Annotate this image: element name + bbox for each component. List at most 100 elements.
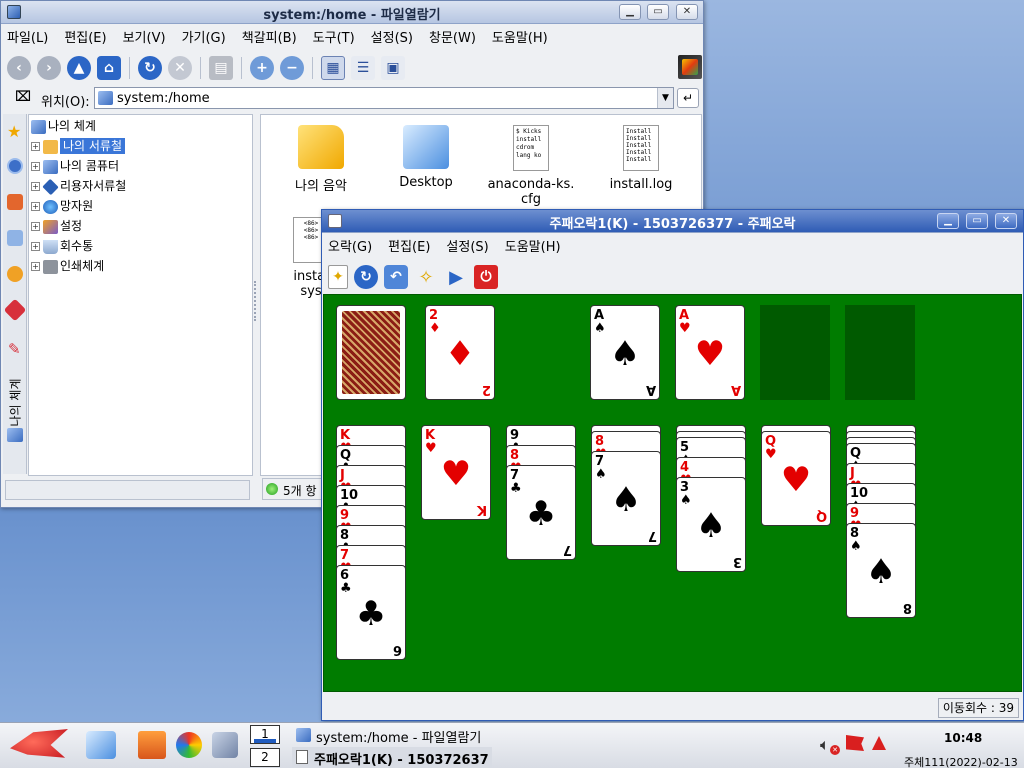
expand-icon[interactable]: +: [31, 182, 40, 191]
foundation-pile[interactable]: A ♠ ♠ A: [590, 305, 660, 400]
hint-icon[interactable]: ✧: [414, 265, 438, 289]
splitter-handle[interactable]: [254, 281, 258, 321]
file-item-install-log[interactable]: Install Install Install Install Install inst…: [591, 125, 691, 192]
quit-icon[interactable]: ⏻: [474, 265, 498, 289]
media-launcher-icon[interactable]: [212, 732, 238, 758]
undo-icon[interactable]: ↶: [384, 265, 408, 289]
zoom-in-icon[interactable]: +: [250, 56, 274, 80]
restart-icon[interactable]: ↻: [354, 265, 378, 289]
card-rank-bottom: 8: [902, 600, 912, 615]
menu-window[interactable]: 창문(W): [429, 27, 476, 46]
clock-date[interactable]: 주체111(2022)-02-13: [904, 754, 1018, 768]
menu-help[interactable]: 도움말(H): [492, 27, 548, 46]
menu-bookmarks[interactable]: 책갈피(B): [242, 27, 297, 46]
tableau-card[interactable]: 3 ♠ ♠ 3: [676, 477, 746, 572]
minimize-button[interactable]: ▁: [937, 213, 959, 229]
tree-item-my-computer[interactable]: + 나의 콤퓨터: [31, 156, 252, 176]
maximize-button[interactable]: ▭: [647, 4, 669, 20]
close-button[interactable]: ✕: [676, 4, 698, 20]
menu-go[interactable]: 가기(G): [182, 27, 226, 46]
home-icon[interactable]: ⌂: [97, 56, 121, 80]
tree-item-trash[interactable]: + 회수통: [31, 236, 252, 256]
home-tab-icon[interactable]: [7, 194, 23, 210]
expand-icon[interactable]: +: [31, 162, 40, 171]
reload-icon[interactable]: ↻: [138, 56, 162, 80]
editor-launcher-icon[interactable]: [86, 731, 116, 759]
tree-item-settings[interactable]: + 설정: [31, 216, 252, 236]
forward-icon[interactable]: ›: [37, 56, 61, 80]
tableau-card[interactable]: 8 ♠ ♠ 8: [846, 523, 916, 618]
browser-launcher-icon[interactable]: [176, 732, 202, 758]
expand-icon[interactable]: +: [31, 262, 40, 271]
clear-location-icon[interactable]: ⌧: [15, 89, 31, 105]
expand-icon[interactable]: +: [31, 242, 40, 251]
foundation-empty-slot[interactable]: [845, 305, 915, 400]
menu-file[interactable]: 파일(L): [7, 27, 48, 46]
history-tab-icon[interactable]: [7, 158, 23, 174]
minimize-button[interactable]: ▁: [619, 4, 641, 20]
file-item-desktop[interactable]: Desktop: [386, 125, 466, 190]
demo-icon[interactable]: ▶: [444, 265, 468, 289]
solitaire-titlebar[interactable]: 주패오락1(K) - 1503726377 - 주패오락 ▁ ▭ ✕: [322, 210, 1023, 233]
menu-game[interactable]: 오락(G): [328, 236, 372, 255]
my-system-tab-icon[interactable]: [7, 428, 23, 442]
tree-item-printers[interactable]: + 인쇄체계: [31, 256, 252, 276]
close-button[interactable]: ✕: [995, 213, 1017, 229]
location-dropdown-icon[interactable]: ▼: [657, 88, 673, 108]
new-game-icon[interactable]: ✦: [328, 265, 348, 289]
image-view-icon[interactable]: ▣: [381, 56, 405, 80]
foundation-empty-slot[interactable]: [760, 305, 830, 400]
side-tab-label[interactable]: 나의 체계: [6, 379, 23, 427]
menu-tools[interactable]: 도구(T): [313, 27, 355, 46]
tableau-card[interactable]: 6 ♣ ♣ 6: [336, 565, 406, 660]
expand-icon[interactable]: +: [31, 142, 40, 151]
location-input[interactable]: system:/home ▼: [94, 87, 674, 109]
desktop-2-button[interactable]: 2: [250, 748, 280, 767]
pin-tab-icon[interactable]: ✎: [8, 340, 21, 358]
stock-pile[interactable]: [336, 305, 406, 400]
up-icon[interactable]: ▲: [67, 56, 91, 80]
toolbar-separator: [241, 57, 242, 79]
tree-item-my-documents[interactable]: + 나의 서류철: [31, 136, 252, 156]
waste-pile[interactable]: 2 ♦ ♦ 2: [425, 305, 495, 400]
expand-icon[interactable]: +: [31, 222, 40, 231]
file-item-music[interactable]: 나의 음악: [281, 125, 361, 194]
network-tab-icon[interactable]: [7, 230, 23, 246]
icon-view-icon[interactable]: ▦: [321, 56, 345, 80]
tree-item-my-system[interactable]: 나의 체계: [31, 116, 252, 136]
start-menu-icon[interactable]: [10, 729, 68, 758]
menu-settings[interactable]: 설정(S): [371, 27, 413, 46]
tableau-card[interactable]: Q ♥ ♥ Q: [761, 431, 831, 526]
go-button[interactable]: ↵: [677, 88, 699, 108]
back-icon[interactable]: ‹: [7, 56, 31, 80]
file-manager-titlebar[interactable]: system:/home - 파일열람기 ▁ ▭ ✕: [1, 1, 703, 24]
maximize-button[interactable]: ▭: [966, 213, 988, 229]
services-tab-icon[interactable]: [7, 266, 23, 282]
root-tab-icon[interactable]: [3, 298, 27, 322]
menu-help[interactable]: 도움말(H): [505, 236, 561, 255]
menu-edit[interactable]: 편집(E): [64, 27, 106, 46]
tableau-card[interactable]: 7 ♣ ♣ 7: [506, 465, 576, 560]
stop-icon[interactable]: ✕: [168, 56, 192, 80]
tree-item-user-folders[interactable]: + 리용자서류철: [31, 176, 252, 196]
print-icon[interactable]: ▤: [209, 56, 233, 80]
detail-view-icon[interactable]: ☰: [351, 56, 375, 80]
menu-view[interactable]: 보기(V): [123, 27, 166, 46]
office-launcher-icon[interactable]: [138, 731, 166, 759]
zoom-out-icon[interactable]: −: [280, 56, 304, 80]
tableau-card[interactable]: K♥♥K: [421, 425, 491, 520]
menu-settings[interactable]: 설정(S): [446, 236, 488, 255]
tray-app-icon[interactable]: [872, 736, 886, 750]
clock-time[interactable]: 10:48: [944, 731, 982, 745]
bookmarks-tab-icon[interactable]: ★: [7, 122, 21, 141]
file-item-anaconda[interactable]: $ Kicks install cdrom lang ko anaconda-ks. …: [481, 125, 581, 207]
task-solitaire[interactable]: 주패오락1(K) - 150372637: [292, 747, 492, 768]
foundation-pile[interactable]: A ♥ ♥ A: [675, 305, 745, 400]
tree-item-network[interactable]: + 망자원: [31, 196, 252, 216]
tableau-card[interactable]: 7 ♠ ♠ 7: [591, 451, 661, 546]
task-file-manager[interactable]: system:/home - 파일열람기: [292, 725, 492, 746]
menu-edit[interactable]: 편집(E): [388, 236, 430, 255]
game-table[interactable]: 2♦♦2A♠♠AA♥♥AK♥♥KQ♣♣QJ♥♥J10♣♣109♥♥98♣♣87♥…: [323, 294, 1022, 692]
flag-icon[interactable]: [846, 735, 864, 751]
expand-icon[interactable]: +: [31, 202, 40, 211]
